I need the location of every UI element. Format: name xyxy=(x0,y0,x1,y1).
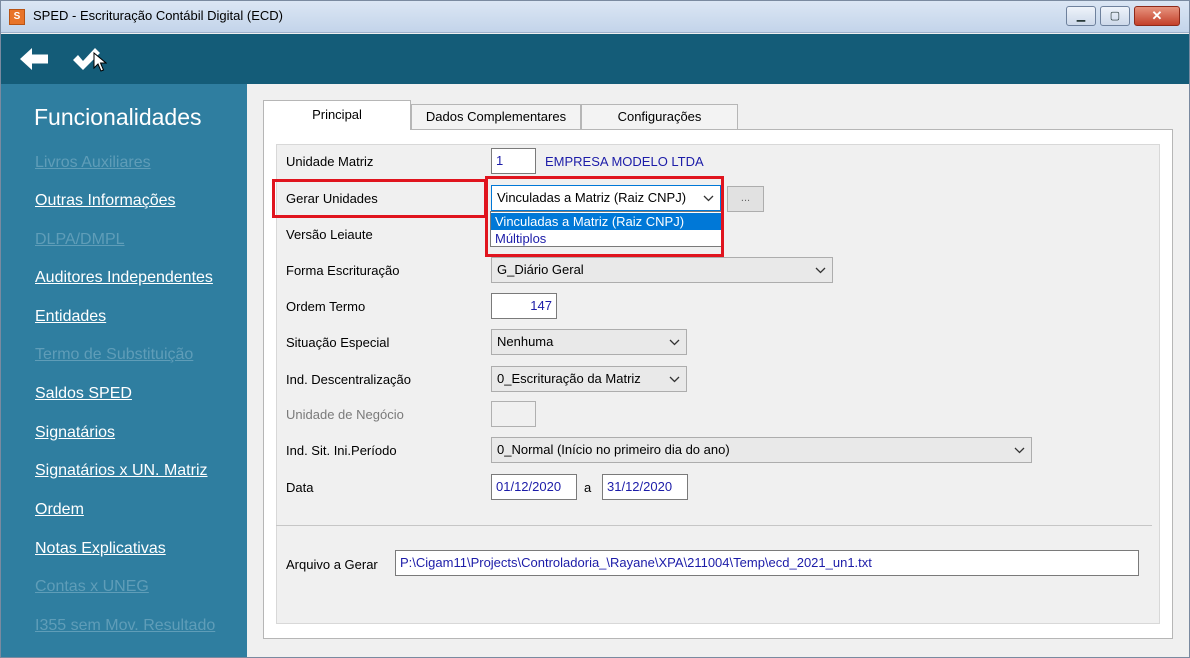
gerar-unidades-value: Vinculadas a Matriz (Raiz CNPJ) xyxy=(497,190,687,205)
arquivo-gerar-label: Arquivo a Gerar xyxy=(286,557,378,572)
sidebar-item-signatarios-un-matriz[interactable]: Signatários x UN. Matriz xyxy=(35,462,208,480)
sped-app-icon: S xyxy=(9,9,25,25)
ind-sit-ini-periodo-select[interactable]: 0_Normal (Início no primeiro dia do ano) xyxy=(491,437,1032,463)
sidebar-title: Funcionalidades xyxy=(34,104,202,130)
minimize-button[interactable]: ▁ xyxy=(1066,6,1096,26)
data-inicio-input[interactable]: 01/12/2020 xyxy=(491,474,577,500)
ind-sit-ini-periodo-value: 0_Normal (Início no primeiro dia do ano) xyxy=(497,442,730,457)
chevron-down-icon xyxy=(1013,438,1025,462)
situacao-especial-label: Situação Especial xyxy=(286,335,390,350)
unidade-matriz-name: EMPRESA MODELO LTDA xyxy=(545,154,704,169)
data-separator: a xyxy=(584,480,592,495)
data-label: Data xyxy=(286,480,314,495)
ind-sit-ini-periodo-label: Ind. Sit. Ini.Período xyxy=(286,443,397,458)
forma-escrituracao-label: Forma Escrituração xyxy=(286,263,400,278)
unidade-negocio-label: Unidade de Negócio xyxy=(286,407,404,422)
arquivo-gerar-input[interactable]: P:\Cigam11\Projects\Controladoria_\Rayan… xyxy=(395,550,1139,576)
situacao-especial-value: Nenhuma xyxy=(497,334,554,349)
tab-configuracoes[interactable]: Configurações xyxy=(581,104,738,129)
data-fim-input[interactable]: 31/12/2020 xyxy=(602,474,688,500)
sidebar-item-ordem[interactable]: Ordem xyxy=(35,501,84,519)
sidebar-item-signatarios[interactable]: Signatários xyxy=(35,424,115,442)
gerar-unidades-select[interactable]: Vinculadas a Matriz (Raiz CNPJ) xyxy=(491,185,721,211)
sidebar-item-livros-auxiliares: Livros Auxiliares xyxy=(35,154,151,171)
chevron-down-icon xyxy=(814,258,826,282)
title-bar[interactable]: S SPED - Escrituração Contábil Digital (… xyxy=(1,1,1189,33)
sidebar-item-auditores-independentes[interactable]: Auditores Independentes xyxy=(35,269,213,287)
chevron-down-icon xyxy=(668,330,680,354)
sidebar-item-saldos-sped[interactable]: Saldos SPED xyxy=(35,385,132,403)
unidade-matriz-label: Unidade Matriz xyxy=(286,154,374,169)
sidebar-item-contas-uneg: Contas x UNEG xyxy=(35,578,149,595)
ind-descentralizacao-select[interactable]: 0_Escrituração da Matriz xyxy=(491,366,687,392)
window-title: SPED - Escrituração Contábil Digital (EC… xyxy=(33,8,283,23)
arrow-left-icon xyxy=(20,48,48,70)
app-window: S SPED - Escrituração Contábil Digital (… xyxy=(0,0,1190,658)
ordem-termo-input[interactable]: 147 xyxy=(491,293,557,319)
maximize-button[interactable]: ▢ xyxy=(1100,6,1130,26)
toolbar xyxy=(1,34,1189,84)
tab-principal[interactable]: Principal xyxy=(263,100,411,130)
gerar-unidades-browse-button[interactable]: ... xyxy=(727,186,764,212)
tab-dados-complementares[interactable]: Dados Complementares xyxy=(411,104,581,129)
ordem-termo-label: Ordem Termo xyxy=(286,299,366,314)
gerar-unidades-label: Gerar Unidades xyxy=(286,191,378,206)
sidebar-item-outras-informacoes[interactable]: Outras Informações xyxy=(35,192,176,210)
dropdown-option-multiplos[interactable]: Múltiplos xyxy=(491,230,721,247)
sidebar-item-termo-substituicao: Termo de Substituição xyxy=(35,346,194,363)
form-divider xyxy=(276,525,1152,526)
forma-escrituracao-value: G_Diário Geral xyxy=(497,262,584,277)
unidade-negocio-input xyxy=(491,401,536,427)
close-button[interactable]: ✕ xyxy=(1134,6,1180,26)
situacao-especial-select[interactable]: Nenhuma xyxy=(491,329,687,355)
sidebar: Funcionalidades Livros Auxiliares Outras… xyxy=(1,84,247,657)
gerar-unidades-dropdown-list: Vinculadas a Matriz (Raiz CNPJ) Múltiplo… xyxy=(490,211,722,247)
sidebar-item-entidades[interactable]: Entidades xyxy=(35,308,106,326)
dropdown-option-vinculadas[interactable]: Vinculadas a Matriz (Raiz CNPJ) xyxy=(491,213,721,230)
sidebar-item-notas-explicativas[interactable]: Notas Explicativas xyxy=(35,540,166,558)
ind-descentralizacao-label: Ind. Descentralização xyxy=(286,372,412,387)
chevron-down-icon xyxy=(702,186,714,210)
versao-leiaute-label: Versão Leiaute xyxy=(286,227,373,242)
back-button[interactable] xyxy=(17,43,51,75)
sidebar-item-dlpa-dmpl: DLPA/DMPL xyxy=(35,231,125,248)
sidebar-item-i355-sem-mov: I355 sem Mov. Resultado xyxy=(35,617,216,634)
chevron-down-icon xyxy=(668,367,680,391)
ind-descentralizacao-value: 0_Escrituração da Matriz xyxy=(497,371,641,386)
mouse-cursor-icon xyxy=(93,52,107,72)
unidade-matriz-input[interactable]: 1 xyxy=(491,148,536,174)
forma-escrituracao-select[interactable]: G_Diário Geral xyxy=(491,257,833,283)
